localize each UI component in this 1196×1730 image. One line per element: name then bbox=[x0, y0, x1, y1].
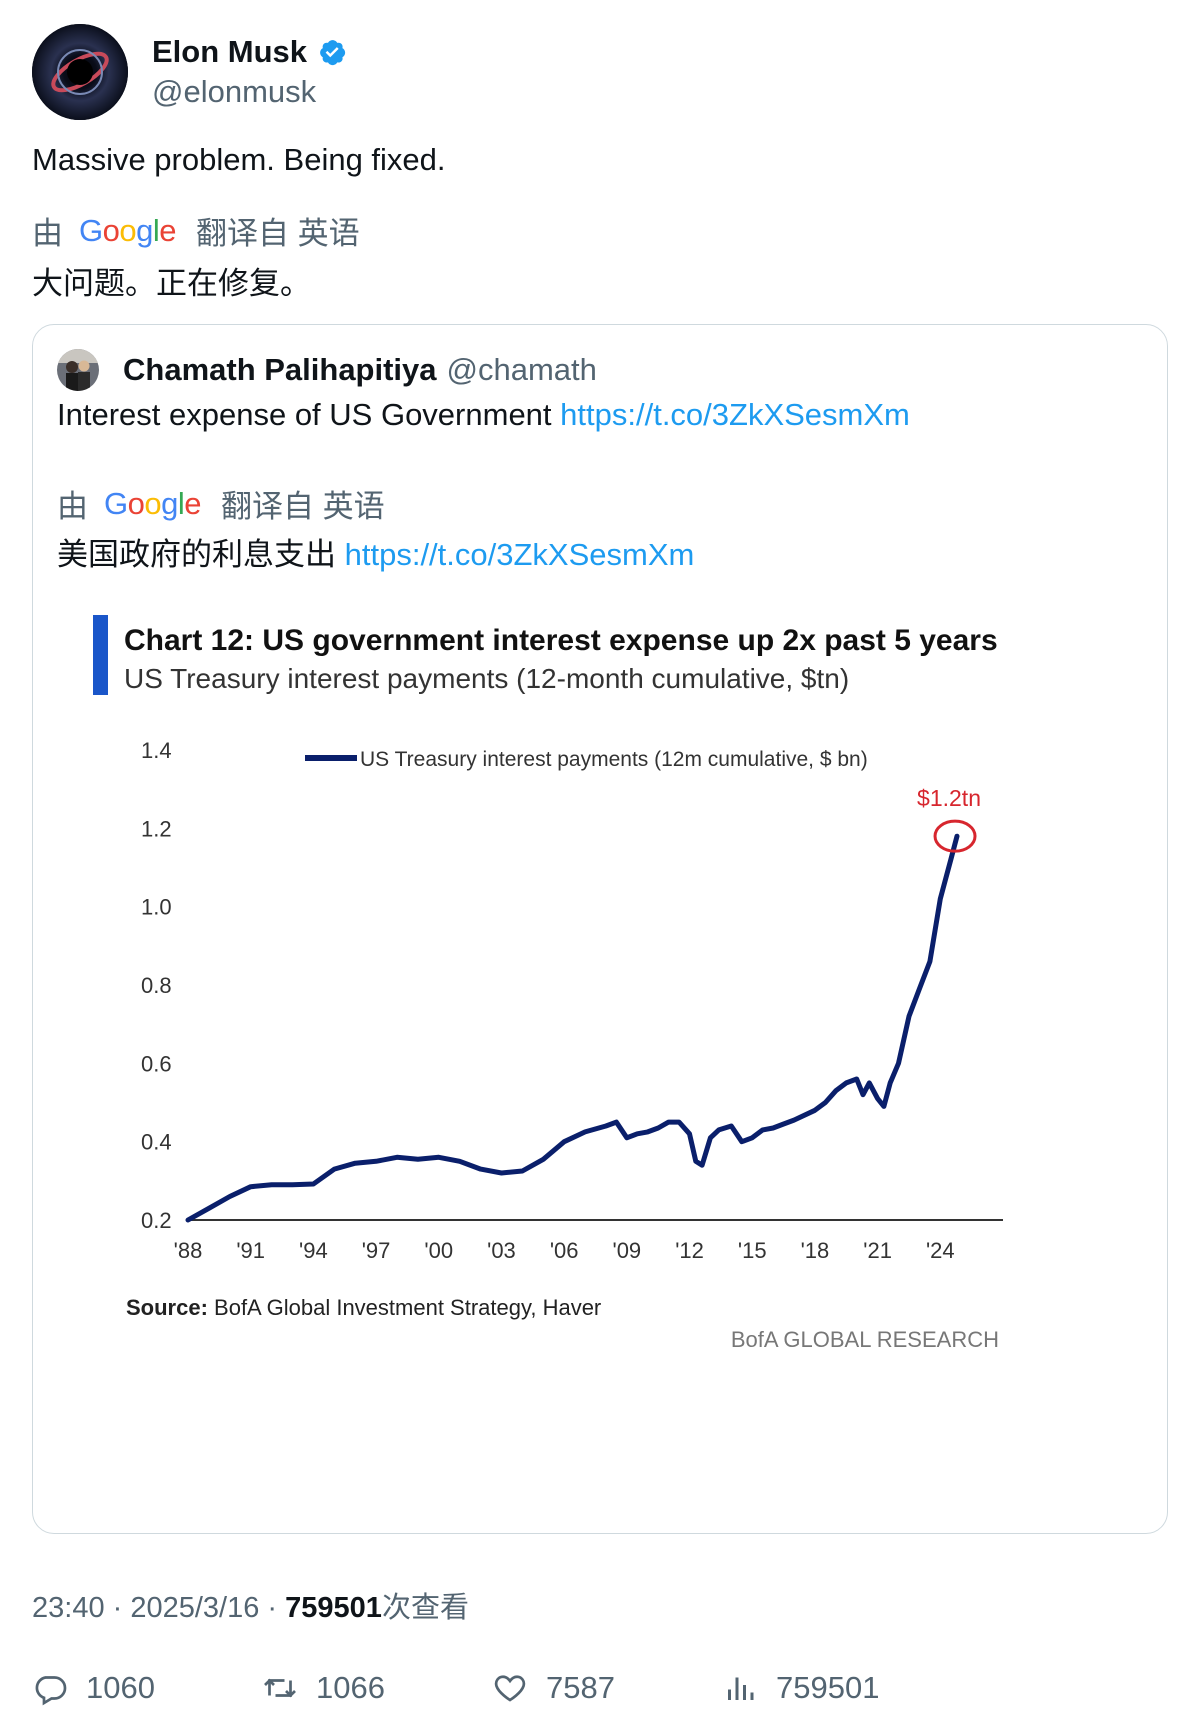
quoted-tweet[interactable]: Chamath Palihapitiya @chamath Interest e… bbox=[32, 324, 1168, 1534]
tweet-text: Massive problem. Being fixed. bbox=[32, 142, 446, 177]
reply-button[interactable]: 1060 bbox=[32, 1670, 155, 1706]
author-handle[interactable]: @elonmusk bbox=[152, 74, 347, 110]
analytics-icon bbox=[728, 1677, 754, 1700]
x-tick-label: '94 bbox=[299, 1238, 328, 1263]
retweet-count: 1066 bbox=[316, 1670, 385, 1705]
x-tick-label: '03 bbox=[487, 1238, 516, 1263]
y-tick-label: 1.4 bbox=[141, 738, 172, 763]
meta-separator: · bbox=[104, 1592, 131, 1624]
x-tick-label: '88 bbox=[174, 1238, 203, 1263]
views-count: 759501 bbox=[776, 1670, 880, 1705]
legend-label: US Treasury interest payments (12m cumul… bbox=[360, 748, 868, 771]
views-button[interactable]: 759501 bbox=[722, 1670, 879, 1706]
x-tick-label: '21 bbox=[863, 1238, 892, 1263]
tweet-meta: 23:40 · 2025/3/16 · 759501次查看 bbox=[32, 1584, 469, 1626]
tweet-time[interactable]: 23:40 bbox=[32, 1592, 105, 1624]
tweet-date[interactable]: 2025/3/16 bbox=[130, 1592, 259, 1624]
y-tick-label: 0.8 bbox=[141, 973, 172, 998]
chart-source: Source: BofA Global Investment Strategy,… bbox=[126, 1295, 601, 1320]
y-tick-label: 0.6 bbox=[141, 1051, 172, 1076]
like-count: 7587 bbox=[546, 1670, 615, 1705]
x-tick-label: '15 bbox=[738, 1238, 767, 1263]
google-logo: Google bbox=[79, 212, 177, 248]
x-tick-label: '00 bbox=[424, 1238, 453, 1263]
author-avatar[interactable] bbox=[32, 24, 128, 120]
reply-count: 1060 bbox=[86, 1670, 155, 1705]
x-tick-label: '24 bbox=[926, 1238, 955, 1263]
quote-translated-body: 美国政府的利息支出 bbox=[57, 537, 345, 572]
quote-link[interactable]: https://t.co/3ZkXSesmXm bbox=[560, 397, 910, 432]
quote-text: Interest expense of US Government https:… bbox=[57, 397, 910, 433]
quote-avatar[interactable] bbox=[57, 349, 99, 391]
quote-author-handle[interactable]: @chamath bbox=[447, 352, 597, 388]
retweet-icon bbox=[264, 1678, 296, 1698]
annotation-label: $1.2tn bbox=[917, 785, 981, 811]
x-tick-label: '06 bbox=[550, 1238, 579, 1263]
quote-google-logo: Google bbox=[104, 485, 202, 521]
x-tick-label: '91 bbox=[236, 1238, 265, 1263]
y-tick-label: 1.2 bbox=[141, 816, 172, 841]
quote-translation-attribution[interactable]: 由 Google 翻译自 英语 bbox=[57, 481, 385, 526]
series-line bbox=[185, 833, 960, 1223]
heart-icon bbox=[494, 1675, 526, 1702]
quote-translate-suffix: 翻译自 英语 bbox=[221, 489, 385, 524]
tweet-header: Elon Musk @elonmusk bbox=[32, 24, 347, 120]
chart-brand: BofA GLOBAL RESEARCH bbox=[731, 1327, 999, 1352]
y-tick-label: 0.4 bbox=[141, 1130, 172, 1155]
quote-text-body: Interest expense of US Government bbox=[57, 397, 561, 432]
chart-accent-bar bbox=[93, 615, 108, 695]
quote-translate-prefix: 由 bbox=[57, 489, 88, 524]
quote-translated-link[interactable]: https://t.co/3ZkXSesmXm bbox=[345, 537, 695, 572]
interest-expense-chart[interactable]: Chart 12: US government interest expense… bbox=[33, 615, 1166, 1495]
chart-title: Chart 12: US government interest expense… bbox=[124, 624, 998, 657]
x-tick-label: '97 bbox=[362, 1238, 391, 1263]
author-name[interactable]: Elon Musk bbox=[152, 34, 307, 70]
x-tick-label: '18 bbox=[801, 1238, 830, 1263]
translation-attribution[interactable]: 由 Google 翻译自 英语 bbox=[32, 208, 360, 253]
quote-author-name[interactable]: Chamath Palihapitiya bbox=[123, 352, 437, 388]
like-button[interactable]: 7587 bbox=[492, 1670, 615, 1706]
x-tick-label: '09 bbox=[613, 1238, 642, 1263]
verified-badge-icon bbox=[320, 40, 346, 66]
views-suffix: 次查看 bbox=[381, 1592, 469, 1624]
y-tick-label: 0.2 bbox=[141, 1208, 172, 1233]
translate-suffix: 翻译自 英语 bbox=[196, 216, 360, 251]
retweet-button[interactable]: 1066 bbox=[262, 1670, 385, 1706]
action-bar: 1060 1066 7587 759501 bbox=[32, 1670, 1132, 1720]
translate-prefix: 由 bbox=[32, 216, 63, 251]
translated-text: 大问题。正在修复。 bbox=[32, 266, 311, 301]
reply-icon bbox=[35, 1676, 67, 1706]
x-tick-label: '12 bbox=[675, 1238, 704, 1263]
chart-subtitle: US Treasury interest payments (12-month … bbox=[124, 663, 849, 694]
meta-separator-2: · bbox=[259, 1592, 286, 1624]
y-tick-label: 1.0 bbox=[141, 895, 172, 920]
view-count: 759501 bbox=[285, 1592, 382, 1624]
quote-translated-text: 美国政府的利息支出 https://t.co/3ZkXSesmXm bbox=[57, 529, 694, 574]
